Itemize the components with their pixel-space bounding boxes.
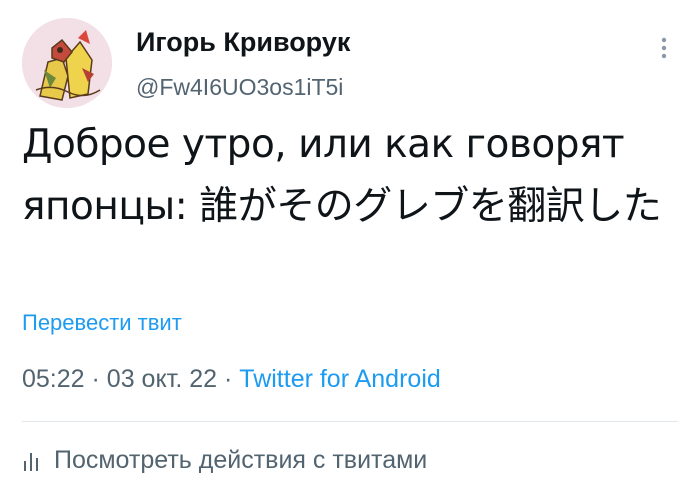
meta-separator: · [91,365,100,393]
translate-tweet-link[interactable]: Перевести твит [22,310,182,336]
avatar-illustration [22,18,112,108]
more-vertical-icon [661,37,667,59]
tweet-source-link[interactable]: Twitter for Android [239,365,440,393]
divider [22,421,678,422]
more-options-button[interactable] [650,30,678,66]
tweet-time: 05:22 [22,365,85,393]
author-handle[interactable]: @Fw4I6UO3os1iT5i [136,74,343,101]
bar-chart-icon [24,453,38,471]
avatar[interactable] [22,18,112,108]
meta-separator: · [224,365,233,393]
tweet-date: 03 окт. 22 [106,365,218,393]
view-tweet-activity-button[interactable]: Посмотреть действия с твитами [22,440,427,480]
author-display-name[interactable]: Игорь Криворук [136,27,350,58]
tweet-text: Доброе утро, или как говорят японцы: 誰がそ… [22,122,662,229]
tweet-metadata: 05:22 · 03 окт. 22 · Twitter for Android [22,365,441,394]
view-tweet-activity-label: Посмотреть действия с твитами [54,445,428,474]
